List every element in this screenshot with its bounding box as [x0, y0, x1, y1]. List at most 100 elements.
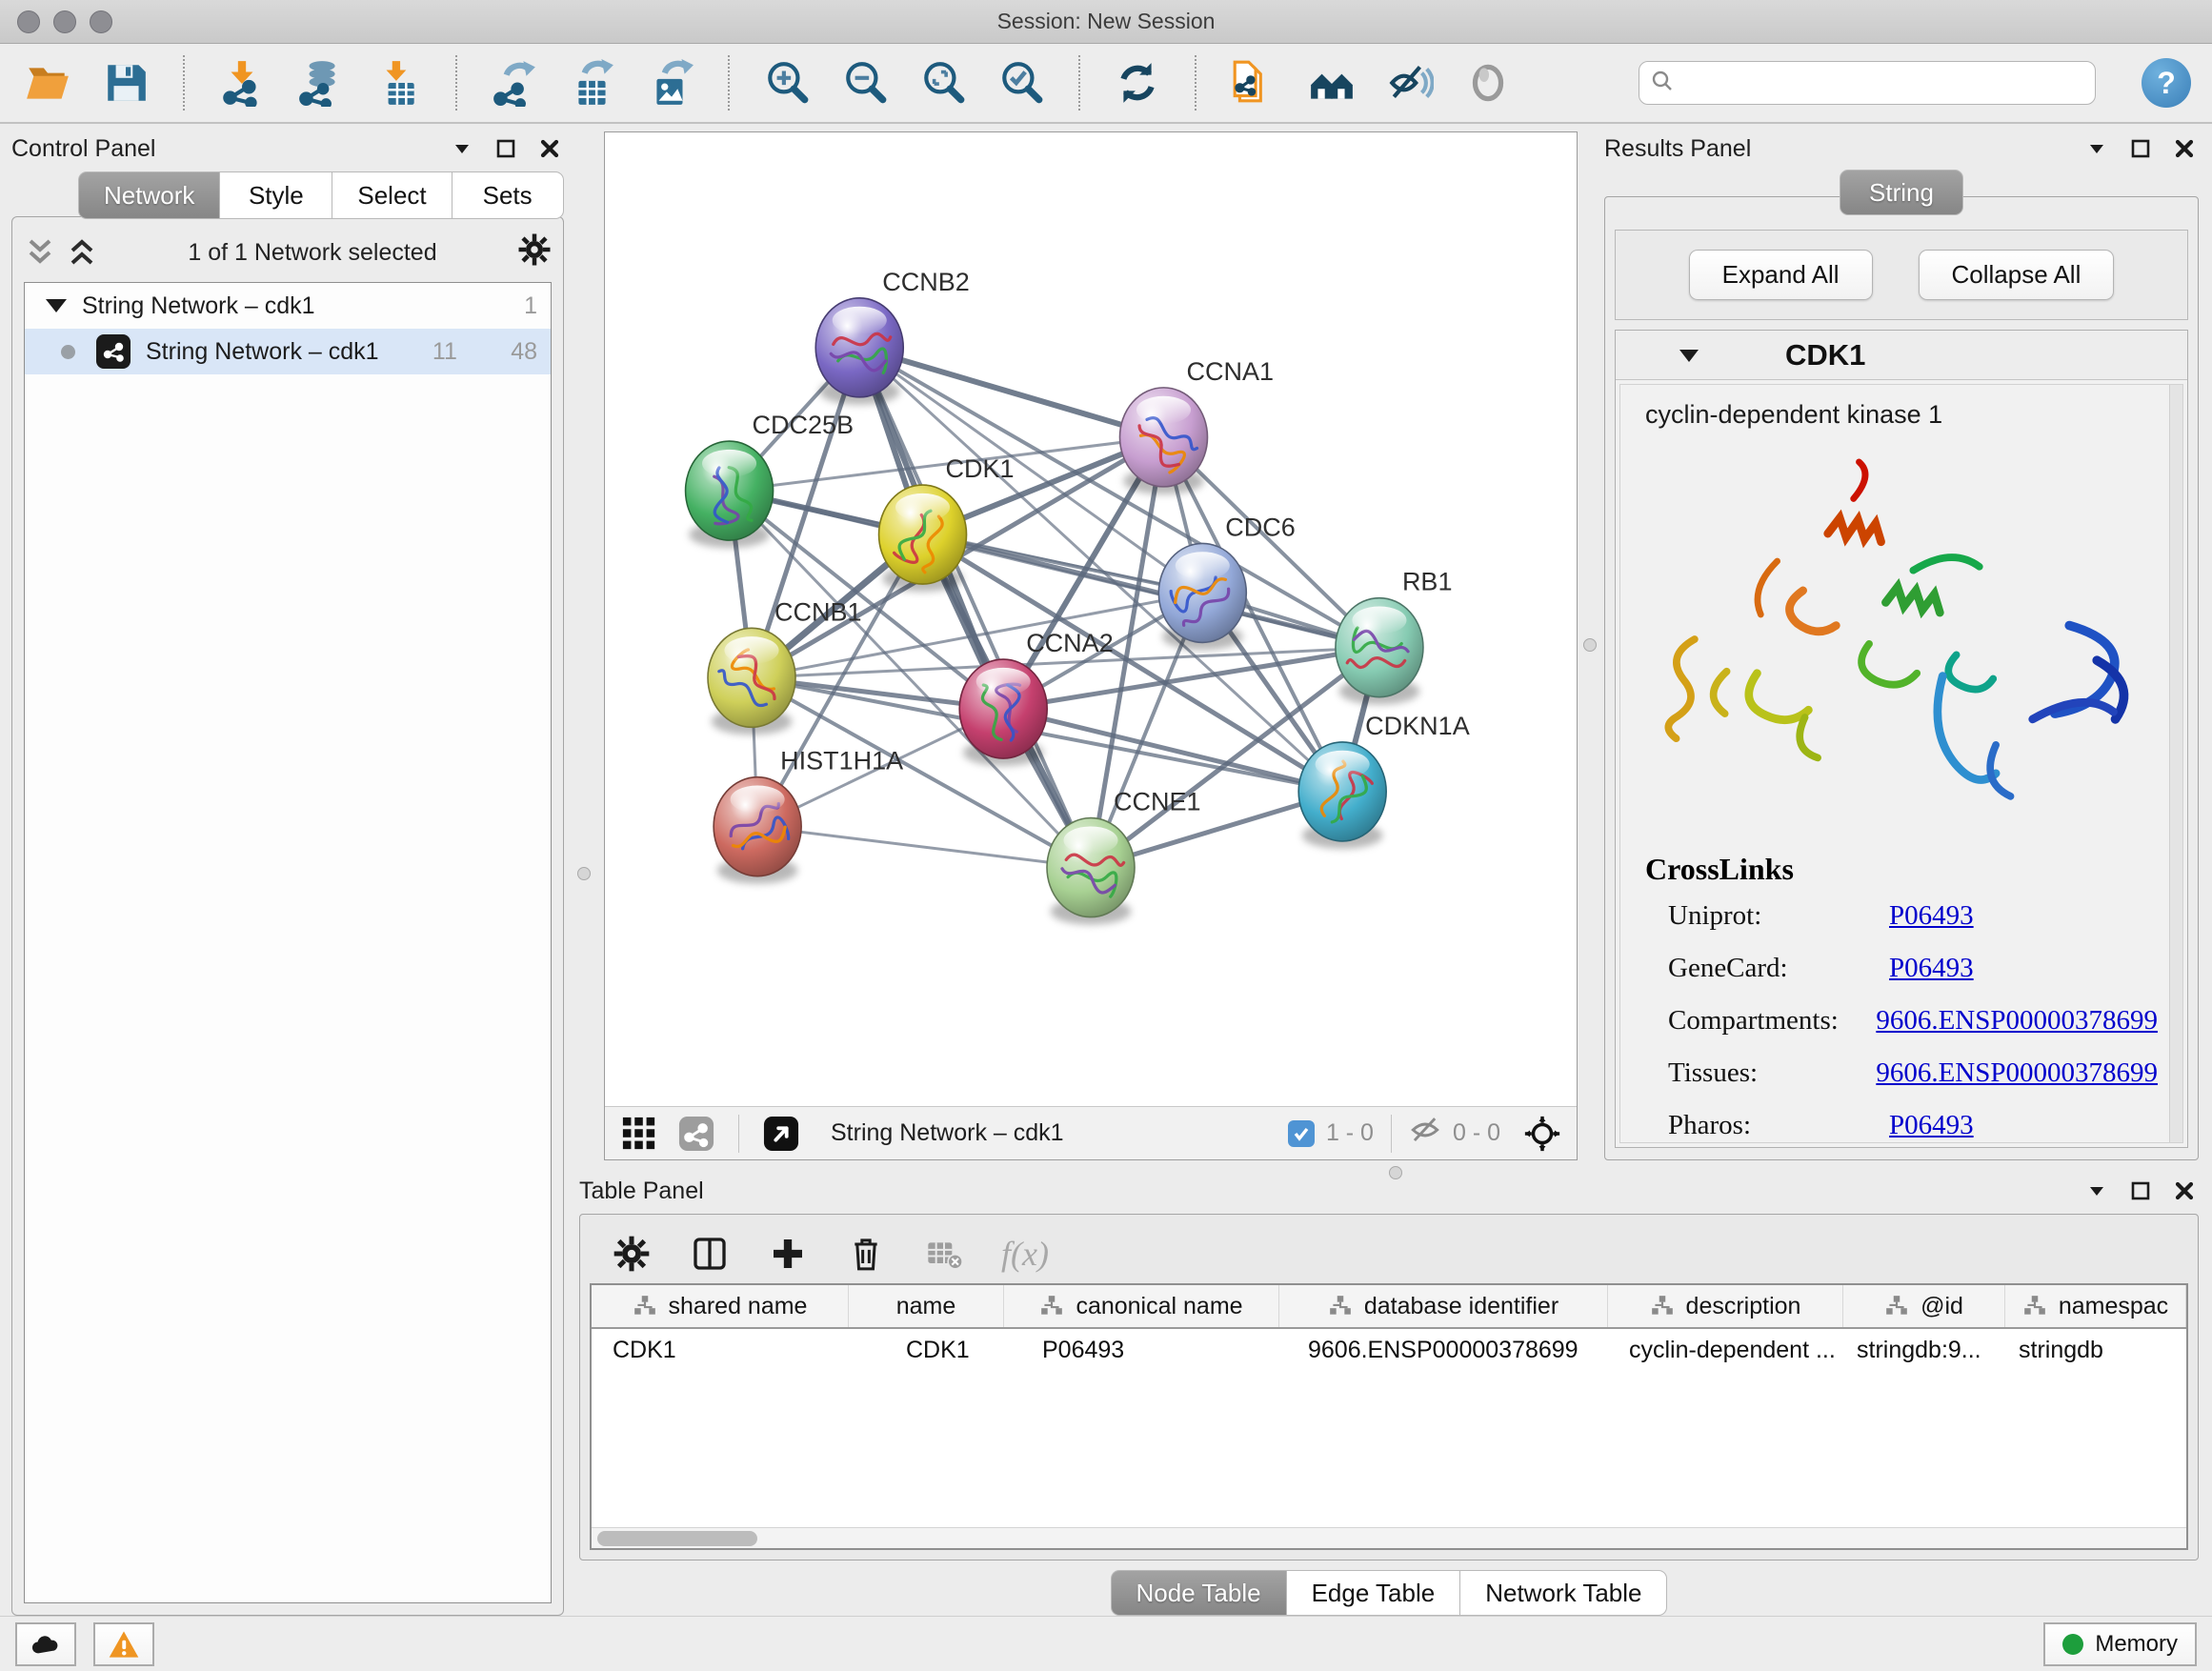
- export-network-button[interactable]: [488, 56, 541, 110]
- grid-view-icon[interactable]: [618, 1113, 660, 1155]
- collapse-all-networks-icon[interactable]: [24, 238, 56, 267]
- tab-style[interactable]: Style: [219, 171, 332, 219]
- cell-namespace[interactable]: stringdb: [2005, 1329, 2186, 1371]
- delete-column-trash-icon[interactable]: [845, 1233, 887, 1275]
- network-birdseye-icon[interactable]: [675, 1113, 717, 1155]
- tab-network-table[interactable]: Network Table: [1459, 1570, 1667, 1616]
- import-network-database-button[interactable]: [293, 56, 347, 110]
- crosslink-genecard-link[interactable]: P06493: [1889, 953, 1974, 984]
- search-input[interactable]: [1681, 70, 2083, 95]
- splitter-handle[interactable]: [1583, 638, 1597, 652]
- column-header-name[interactable]: name: [849, 1285, 1004, 1327]
- tree-expander-icon[interactable]: [46, 299, 67, 312]
- section-collapse-icon[interactable]: [1677, 345, 1701, 366]
- network-node-CDKN1A[interactable]: CDKN1A: [1298, 712, 1470, 849]
- scrollbar-thumb[interactable]: [597, 1531, 757, 1546]
- fit-content-crosshair-icon[interactable]: [1521, 1113, 1563, 1155]
- panel-menu-icon[interactable]: [448, 134, 476, 163]
- panel-close-icon[interactable]: [2170, 134, 2199, 163]
- refresh-button[interactable]: [1111, 56, 1164, 110]
- cell-database-identifier[interactable]: 9606.ENSP00000378699: [1279, 1329, 1608, 1371]
- hide-unhide-button[interactable]: [1383, 56, 1437, 110]
- tab-string[interactable]: String: [1840, 170, 1963, 215]
- function-builder-icon[interactable]: f(x): [1001, 1234, 1049, 1274]
- network-node-CCNB2[interactable]: CCNB2: [815, 268, 970, 405]
- export-table-button[interactable]: [566, 56, 619, 110]
- create-column-plus-icon[interactable]: [767, 1233, 809, 1275]
- column-header-namespace[interactable]: namespac: [2005, 1285, 2186, 1327]
- network-node-RB1[interactable]: RB1: [1336, 568, 1453, 705]
- import-network-file-button[interactable]: [215, 56, 269, 110]
- tab-select[interactable]: Select: [332, 171, 451, 219]
- expand-all-networks-icon[interactable]: [66, 238, 98, 267]
- panel-float-icon[interactable]: [2126, 134, 2155, 163]
- column-header-database-identifier[interactable]: database identifier: [1279, 1285, 1608, 1327]
- panel-menu-icon[interactable]: [2082, 1177, 2111, 1205]
- network-edge-CCNB2-CCNE1[interactable]: [859, 348, 1091, 868]
- cell-canonical-name[interactable]: P06493: [1004, 1329, 1279, 1371]
- save-session-button[interactable]: [99, 56, 152, 110]
- table-row[interactable]: CDK1 CDK1 P06493 9606.ENSP00000378699 cy…: [592, 1329, 2186, 1371]
- zoom-selected-button[interactable]: [995, 56, 1048, 110]
- help-button[interactable]: ?: [2142, 58, 2191, 108]
- crosslink-compartments-link[interactable]: 9606.ENSP00000378699: [1876, 1005, 2158, 1037]
- network-node-CCNE1[interactable]: CCNE1: [1047, 788, 1201, 925]
- memory-button[interactable]: Memory: [2043, 1622, 2197, 1666]
- zoom-in-button[interactable]: [760, 56, 814, 110]
- string-document-button[interactable]: [1227, 56, 1280, 110]
- collapse-all-button[interactable]: Collapse All: [1919, 250, 2115, 300]
- network-canvas[interactable]: CCNB2CCNA1CDC25BCDK1CDC6RB1CCNB1CCNA2CDK…: [605, 132, 1577, 1106]
- tab-sets[interactable]: Sets: [452, 171, 564, 219]
- network-node-CDK1[interactable]: CDK1: [879, 454, 1015, 592]
- network-node-CCNA1[interactable]: CCNA1: [1120, 357, 1275, 494]
- network-options-gear-icon[interactable]: [517, 232, 552, 273]
- delete-table-icon[interactable]: [923, 1233, 965, 1275]
- results-scrollbar[interactable]: [2169, 385, 2182, 1142]
- splitter-handle[interactable]: [577, 867, 591, 880]
- network-node-HIST1H1A[interactable]: HIST1H1A: [714, 747, 903, 884]
- warnings-button[interactable]: [93, 1622, 154, 1666]
- export-view-icon[interactable]: [760, 1113, 802, 1155]
- cell-name[interactable]: CDK1: [849, 1329, 1004, 1371]
- show-graphics-details-button[interactable]: [1461, 56, 1515, 110]
- import-table-file-button[interactable]: [372, 56, 425, 110]
- panel-close-icon[interactable]: [2170, 1177, 2199, 1205]
- home-networks-button[interactable]: [1305, 56, 1358, 110]
- cell-shared-name[interactable]: CDK1: [592, 1329, 849, 1371]
- panel-float-icon[interactable]: [2126, 1177, 2155, 1205]
- column-header-id[interactable]: @id: [1843, 1285, 2005, 1327]
- crosslink-pharos-link[interactable]: P06493: [1889, 1110, 1974, 1141]
- node-section-header[interactable]: CDK1: [1616, 331, 2187, 380]
- table-horizontal-scrollbar[interactable]: [592, 1527, 2186, 1548]
- network-edge-CDK1-RB1[interactable]: [923, 534, 1379, 648]
- network-row[interactable]: String Network – cdk1 11 48: [25, 329, 551, 374]
- zoom-out-button[interactable]: [838, 56, 892, 110]
- network-node-CCNB1[interactable]: CCNB1: [708, 597, 862, 735]
- cell-id[interactable]: stringdb:9...: [1843, 1329, 2005, 1371]
- crosslink-tissues-link[interactable]: 9606.ENSP00000378699: [1876, 1057, 2158, 1089]
- export-image-button[interactable]: [644, 56, 697, 110]
- table-settings-gear-icon[interactable]: [611, 1233, 653, 1275]
- cell-description[interactable]: cyclin-dependent ...: [1608, 1329, 1843, 1371]
- network-collection-row[interactable]: String Network – cdk1 1: [25, 283, 551, 329]
- selected-nodes-checkbox[interactable]: [1288, 1120, 1315, 1147]
- panel-close-icon[interactable]: [535, 134, 564, 163]
- crosslink-uniprot-link[interactable]: P06493: [1889, 900, 1974, 932]
- cloud-status-button[interactable]: [15, 1622, 76, 1666]
- panel-splitter[interactable]: [1578, 131, 1602, 1160]
- column-header-shared-name[interactable]: shared name: [592, 1285, 849, 1327]
- expand-all-button[interactable]: Expand All: [1689, 250, 1873, 300]
- panel-menu-icon[interactable]: [2082, 134, 2111, 163]
- tab-edge-table[interactable]: Edge Table: [1286, 1570, 1460, 1616]
- zoom-fit-button[interactable]: [916, 56, 970, 110]
- network-edge-HIST1H1A-CCNE1[interactable]: [757, 827, 1091, 868]
- network-edge-CCNB2-CCNA1[interactable]: [859, 348, 1163, 437]
- panel-splitter[interactable]: [564, 131, 604, 1160]
- show-columns-icon[interactable]: [689, 1233, 731, 1275]
- open-session-button[interactable]: [21, 56, 74, 110]
- column-header-canonical-name[interactable]: canonical name: [1004, 1285, 1279, 1327]
- column-header-description[interactable]: description: [1608, 1285, 1843, 1327]
- tab-node-table[interactable]: Node Table: [1111, 1570, 1286, 1616]
- splitter-handle[interactable]: [1389, 1166, 1402, 1179]
- panel-float-icon[interactable]: [492, 134, 520, 163]
